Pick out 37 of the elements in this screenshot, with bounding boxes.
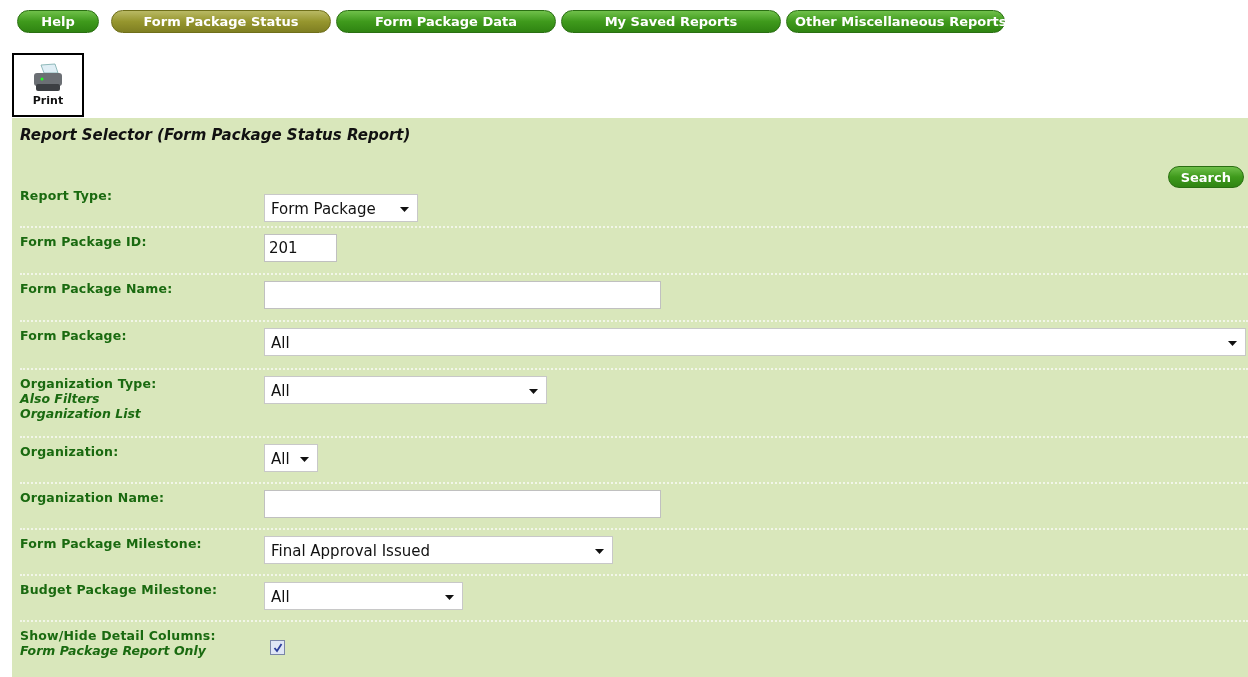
print-button[interactable]: Print — [12, 53, 84, 117]
field-label: Form Package: — [20, 328, 128, 343]
field-label: Report Type: — [20, 188, 114, 203]
caret-icon — [1228, 340, 1237, 346]
field-note: Also Filters — [20, 391, 101, 406]
field-label: Show/Hide Detail Columns: — [20, 628, 217, 643]
input-field[interactable]: 201 — [264, 234, 337, 262]
nav-tab[interactable]: Other Miscellaneous Reports — [786, 10, 1005, 33]
field-label: Organization Type: — [20, 376, 158, 391]
caret-icon — [595, 548, 604, 554]
checkbox[interactable] — [270, 640, 285, 655]
nav-tab[interactable]: Help — [17, 10, 99, 33]
dropdown[interactable]: All — [264, 376, 547, 404]
field-note: Organization List — [20, 406, 142, 421]
dropdown[interactable]: Form Package — [264, 194, 418, 222]
field-label: Budget Package Milestone: — [20, 582, 219, 597]
dropdown[interactable]: Final Approval Issued — [264, 536, 613, 564]
caret-icon — [300, 456, 309, 462]
nav-tab[interactable]: Form Package Data — [336, 10, 556, 33]
nav-tab[interactable]: My Saved Reports — [561, 10, 781, 33]
dropdown[interactable]: All — [264, 582, 463, 610]
field-label: Form Package Milestone: — [20, 536, 203, 551]
input-field[interactable] — [264, 490, 661, 518]
field-note: Form Package Report Only — [20, 643, 207, 658]
field-label: Organization Name: — [20, 490, 166, 505]
printer-icon — [31, 63, 65, 93]
input-field[interactable] — [264, 281, 661, 309]
search-button[interactable]: Search — [1167, 166, 1244, 188]
caret-icon — [400, 206, 409, 212]
caret-icon — [529, 388, 538, 394]
dropdown[interactable]: All — [264, 328, 1246, 356]
field-label: Form Package Name: — [20, 281, 174, 296]
dropdown[interactable]: All — [264, 444, 318, 472]
field-label: Organization: — [20, 444, 120, 459]
field-label: Form Package ID: — [20, 234, 148, 249]
panel-title: Report Selector (Form Package Status Report) — [20, 126, 412, 144]
caret-icon — [445, 594, 454, 600]
